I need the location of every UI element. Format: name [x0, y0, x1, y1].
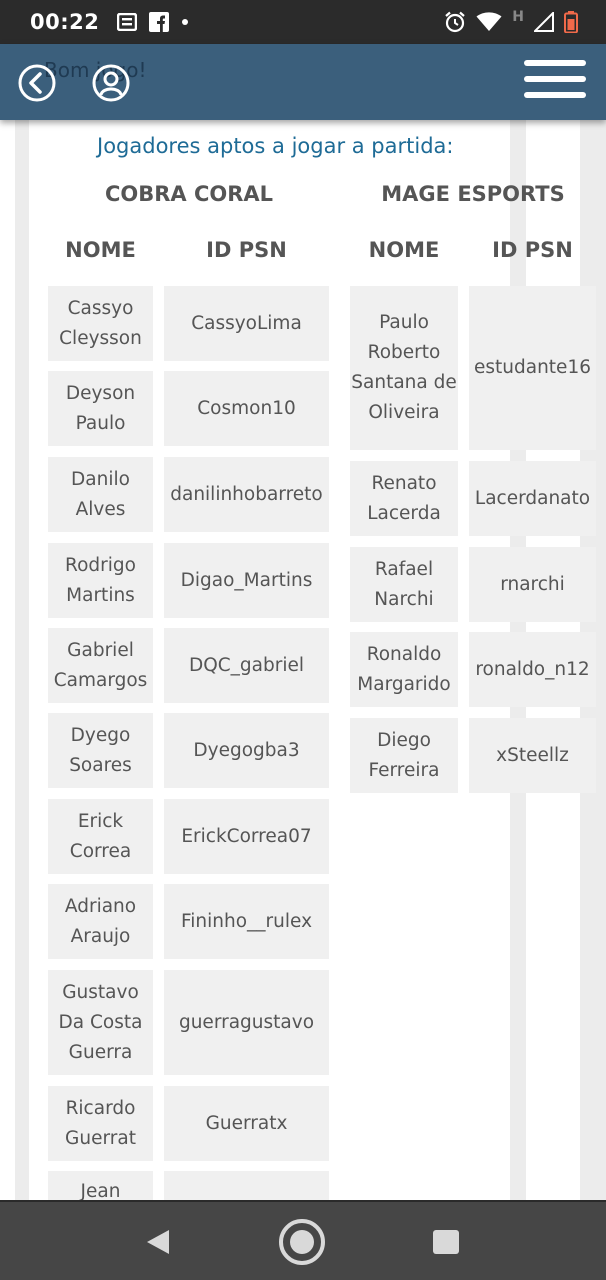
nav-home-icon[interactable]: [278, 1218, 326, 1266]
notes-icon: [117, 13, 138, 31]
back-arrow-icon[interactable]: [16, 62, 58, 104]
player-psn-cell: Guerratx: [164, 1086, 329, 1161]
signal-icon: [534, 12, 554, 32]
wifi-icon: [476, 12, 502, 31]
h-network-icon: H: [512, 9, 524, 25]
player-name-cell: Ronaldo Margarido: [350, 632, 458, 707]
section-title: Jogadores aptos a jogar a partida:: [97, 134, 454, 158]
player-name-cell: Erick Correa: [48, 799, 153, 874]
player-psn-cell: Digao_Martins: [164, 543, 329, 618]
player-psn-cell: Dyegogba3: [164, 713, 329, 788]
status-bar: 00:22 H: [0, 0, 606, 44]
player-name-cell: Renato Lacerda: [350, 461, 458, 536]
player-name-cell: Diego Ferreira: [350, 718, 458, 793]
player-name-cell: Deyson Paulo: [48, 371, 153, 446]
page-margin-left: [15, 120, 29, 1200]
player-psn-cell: Lacerdanato: [469, 461, 596, 536]
player-name-cell: Cassyo Cleysson: [48, 286, 153, 361]
battery-icon: [564, 11, 578, 33]
status-time: 00:22: [30, 10, 100, 34]
app-header: Bom jogo!: [0, 44, 606, 120]
player-psn-cell: ErickCorrea07: [164, 799, 329, 874]
player-name-cell: Adriano Araujo: [48, 884, 153, 959]
player-name-cell: Paulo Roberto Santana de Oliveira: [350, 286, 458, 450]
player-name-cell: Danilo Alves: [48, 457, 153, 532]
team-name-home: COBRA CORAL: [104, 182, 274, 206]
player-psn-cell: ronaldo_n12: [469, 632, 596, 707]
column-header-psn-away: ID PSN: [492, 238, 573, 262]
player-psn-cell: Cosmon10: [164, 371, 329, 446]
facebook-icon: [149, 12, 170, 32]
player-name-cell: Dyego Soares: [48, 713, 153, 788]
nav-back-icon[interactable]: [145, 1228, 171, 1256]
nav-recents-icon[interactable]: [433, 1230, 459, 1254]
user-icon[interactable]: [90, 62, 132, 104]
player-psn-cell: estudante16: [469, 286, 596, 450]
player-psn-cell: Fininho__rulex: [164, 884, 329, 959]
column-header-psn-home: ID PSN: [206, 238, 287, 262]
player-name-cell: Ricardo Guerrat: [48, 1086, 153, 1161]
system-nav-bar: [0, 1200, 606, 1280]
hamburger-menu-icon[interactable]: [524, 60, 586, 106]
player-name-cell: Gustavo Da Costa Guerra: [48, 970, 153, 1075]
alarm-icon: [445, 11, 466, 33]
player-name-cell: Rodrigo Martins: [48, 543, 153, 618]
player-psn-cell: DQC_gabriel: [164, 628, 329, 703]
player-psn-cell: CassyoLima: [164, 286, 329, 361]
player-psn-cell: rnarchi: [469, 547, 596, 622]
player-name-cell: Gabriel Camargos: [48, 628, 153, 703]
team-name-away: MAGE ESPORTS: [381, 182, 565, 206]
column-header-name-home: NOME: [65, 238, 136, 262]
dot-icon: [182, 19, 189, 25]
column-header-name-away: NOME: [368, 238, 440, 262]
player-name-cell: Rafael Narchi: [350, 547, 458, 622]
player-psn-cell: guerragustavo: [164, 970, 329, 1075]
player-psn-cell: xSteellz: [469, 718, 596, 793]
player-psn-cell: danilinhobarreto: [164, 457, 329, 532]
